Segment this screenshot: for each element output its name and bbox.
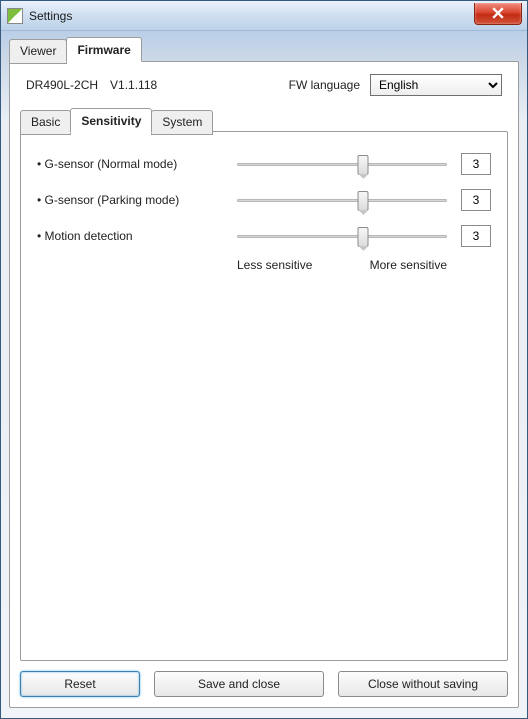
sensitivity-legend: Less sensitive More sensitive	[37, 258, 491, 272]
slider-thumb[interactable]	[358, 191, 369, 211]
app-icon	[7, 8, 23, 24]
firmware-panel: DR490L-2CH V1.1.118 FW language English …	[9, 61, 519, 708]
label-gsensor-normal: G-sensor (Normal mode)	[37, 157, 237, 171]
firmware-language-select[interactable]: English	[370, 74, 502, 96]
outer-tab-strip: Viewer Firmware	[9, 37, 519, 62]
slider-gsensor-normal[interactable]	[237, 155, 447, 173]
value-motion: 3	[461, 225, 491, 247]
close-icon	[492, 7, 504, 19]
inner-tabs: Basic Sensitivity System G-sensor (Norma…	[20, 108, 508, 661]
slider-track	[237, 163, 447, 166]
row-gsensor-normal: G-sensor (Normal mode) 3	[37, 150, 491, 178]
tab-system[interactable]: System	[151, 110, 213, 135]
slider-track	[237, 199, 447, 202]
slider-gsensor-parking[interactable]	[237, 191, 447, 209]
button-row: Reset Save and close Close without savin…	[20, 671, 508, 697]
titlebar[interactable]: Settings	[1, 1, 527, 31]
client-area: Viewer Firmware DR490L-2CH V1.1.118 FW l…	[9, 37, 519, 708]
sensitivity-panel: G-sensor (Normal mode) 3 G-sensor (Parki…	[20, 131, 508, 661]
firmware-language-label: FW language	[289, 78, 360, 92]
inner-tab-strip: Basic Sensitivity System	[20, 108, 508, 133]
reset-button[interactable]: Reset	[20, 671, 140, 697]
firmware-model: DR490L-2CH	[26, 78, 98, 92]
close-without-saving-button[interactable]: Close without saving	[338, 671, 508, 697]
settings-window: Settings Viewer Firmware DR490L-2CH V1.1…	[0, 0, 528, 719]
label-gsensor-parking: G-sensor (Parking mode)	[37, 193, 237, 207]
slider-motion[interactable]	[237, 227, 447, 245]
slider-thumb[interactable]	[358, 227, 369, 247]
firmware-header: DR490L-2CH V1.1.118 FW language English	[22, 72, 506, 106]
row-gsensor-parking: G-sensor (Parking mode) 3	[37, 186, 491, 214]
tab-viewer[interactable]: Viewer	[9, 39, 67, 64]
tab-basic[interactable]: Basic	[20, 110, 71, 135]
label-motion: Motion detection	[37, 229, 237, 243]
save-and-close-button[interactable]: Save and close	[154, 671, 324, 697]
value-gsensor-normal: 3	[461, 153, 491, 175]
slider-thumb[interactable]	[358, 155, 369, 175]
value-gsensor-parking: 3	[461, 189, 491, 211]
row-motion: Motion detection 3	[37, 222, 491, 250]
close-window-button[interactable]	[474, 3, 522, 25]
slider-track	[237, 235, 447, 238]
window-title: Settings	[29, 9, 72, 23]
legend-more: More sensitive	[370, 258, 447, 272]
firmware-version: V1.1.118	[110, 78, 157, 92]
tab-sensitivity[interactable]: Sensitivity	[70, 108, 152, 133]
outer-tabs: Viewer Firmware DR490L-2CH V1.1.118 FW l…	[9, 37, 519, 708]
tab-firmware[interactable]: Firmware	[66, 37, 141, 62]
legend-less: Less sensitive	[237, 258, 312, 272]
